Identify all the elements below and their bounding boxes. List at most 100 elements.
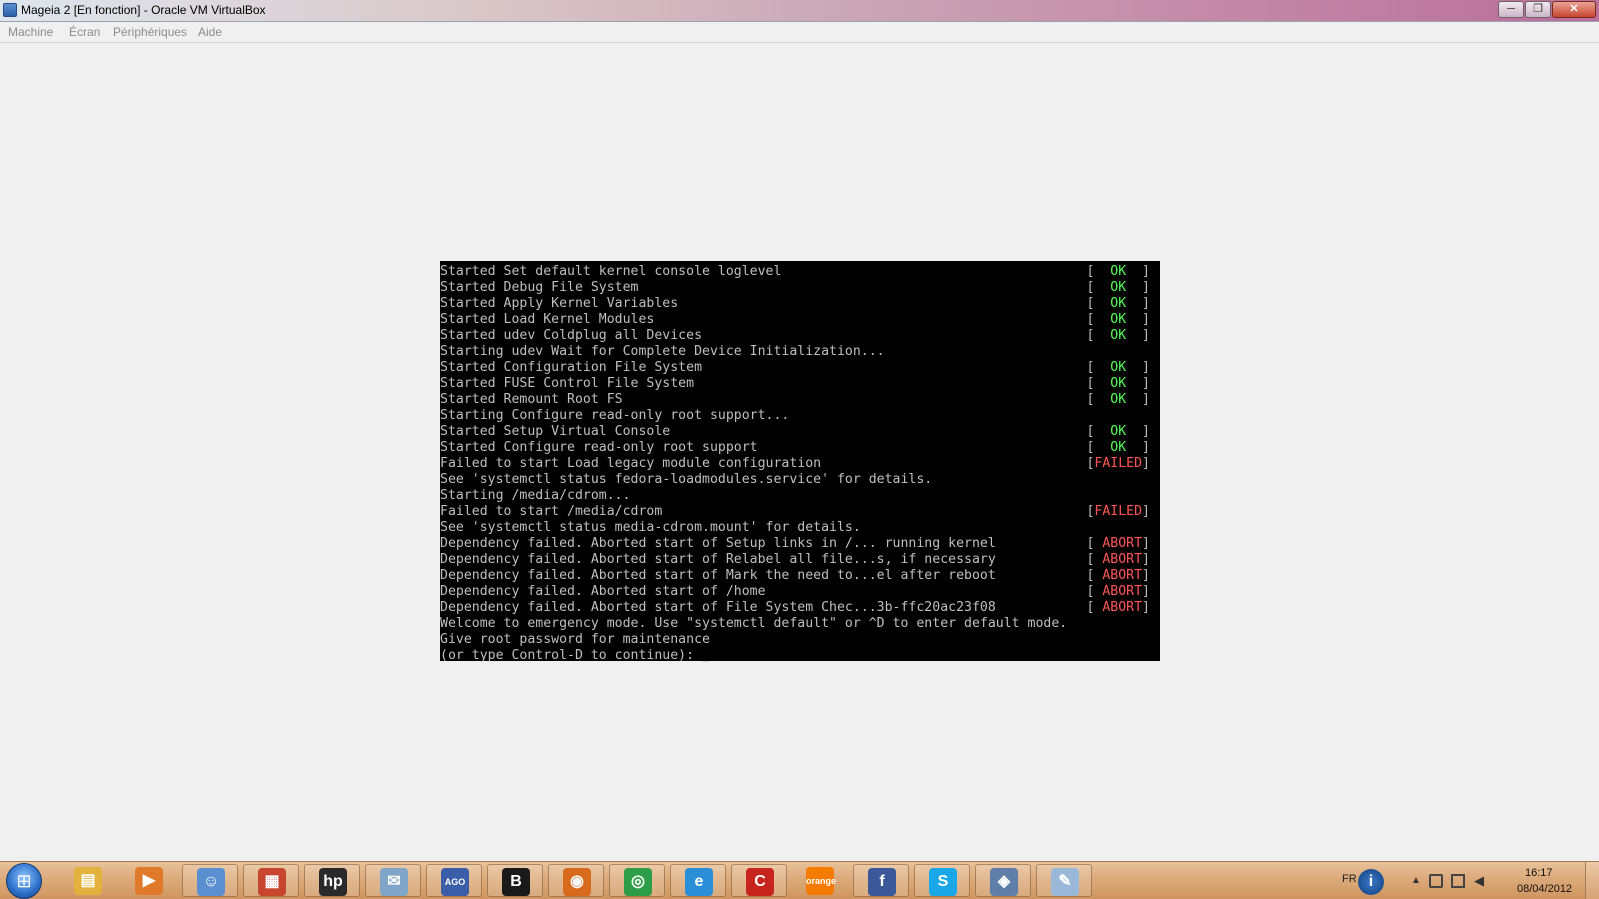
console-status-badge: [FAILED] (1086, 456, 1150, 471)
minimize-button[interactable]: ─ (1498, 1, 1524, 18)
taskbar-item-hp[interactable]: hp (304, 864, 360, 897)
console-status-word: ABORT (1094, 552, 1143, 567)
console-status-word: OK (1094, 312, 1143, 327)
chrome-icon: ◎ (624, 868, 652, 896)
vm-display-area[interactable]: Started Set default kernel console logle… (0, 43, 1599, 861)
taskbar-item-c-app[interactable]: C (731, 864, 787, 897)
taskbar-item-skype[interactable]: S (914, 864, 970, 897)
taskbar-item-media-player[interactable]: ▶ (121, 864, 177, 897)
console-line: Give root password for maintenance (440, 632, 1160, 648)
console-line: Welcome to emergency mode. Use "systemct… (440, 616, 1160, 632)
taskbar-item-chrome[interactable]: ◎ (609, 864, 665, 897)
console-line-text: Give root password for maintenance (440, 632, 710, 647)
console-status-word: ABORT (1094, 568, 1143, 583)
console-line: Started Configure read-only root support… (440, 440, 1160, 456)
taskbar-item-file-explorer[interactable]: ▤ (60, 864, 116, 897)
console-status-badge: [ OK ] (1086, 296, 1150, 311)
console-line-text: Failed to start /media/cdrom (440, 504, 663, 519)
console-line-text: Started Setup Virtual Console (440, 424, 671, 439)
taskbar-item-mail[interactable]: ✉ (365, 864, 421, 897)
taskbar-item-paint[interactable]: ✎ (1036, 864, 1092, 897)
taskbar-item-firefox[interactable]: ◉ (548, 864, 604, 897)
console-line-text: Started Set default kernel console logle… (440, 264, 782, 279)
console-line: Starting /media/cdrom... (440, 488, 1160, 504)
console-status-badge: [ OK ] (1086, 440, 1150, 455)
facebook-icon: f (868, 868, 896, 896)
taskbar-item-ago[interactable]: AGO (426, 864, 482, 897)
console-line-text: Starting Configure read-only root suppor… (440, 408, 790, 423)
console-status-badge: [ OK ] (1086, 264, 1150, 279)
console-line: Dependency failed. Aborted start of File… (440, 600, 1160, 616)
console-line-text: Started Configuration File System (440, 360, 703, 375)
console-status-word: FAILED (1094, 504, 1143, 519)
console-line: Started Configuration File System [ OK ] (440, 360, 1160, 376)
start-button[interactable]: ⊞ (6, 863, 42, 899)
console-status-badge: [ ABORT] (1086, 568, 1150, 583)
console-line: Started Debug File System [ OK ] (440, 280, 1160, 296)
console-status-badge: [ OK ] (1086, 280, 1150, 295)
mail-icon: ✉ (380, 868, 408, 896)
orange-icon: orange (806, 867, 836, 895)
console-status-badge: [ ABORT] (1086, 552, 1150, 567)
clock-time[interactable]: 16:17 (1525, 867, 1553, 879)
taskbar-item-users-app[interactable]: ☺ (182, 864, 238, 897)
usb-device-icon[interactable] (1429, 874, 1443, 888)
virtualbox-app-icon[interactable] (3, 3, 17, 17)
window-title: Mageia 2 [En fonction] - Oracle VM Virtu… (21, 3, 266, 17)
info-tray-icon[interactable]: i (1358, 869, 1384, 895)
console-line: Dependency failed. Aborted start of /hom… (440, 584, 1160, 600)
console-status-badge: [ OK ] (1086, 312, 1150, 327)
taskbar-item-internet-explorer[interactable]: e (670, 864, 726, 897)
console-status-word: OK (1094, 280, 1143, 295)
paint-icon: ✎ (1051, 868, 1079, 896)
console-status-badge: [ ABORT] (1086, 536, 1150, 551)
taskbar-item-orange[interactable]: orange (792, 864, 848, 897)
console-line-text: Starting /media/cdrom... (440, 488, 631, 503)
console-line-text: Started Configure read-only root support (440, 440, 758, 455)
window-titlebar[interactable]: Mageia 2 [En fonction] - Oracle VM Virtu… (0, 0, 1599, 22)
menu-machine[interactable]: Machine (8, 25, 53, 39)
console-line-text: Starting udev Wait for Complete Device I… (440, 344, 885, 359)
file-explorer-icon: ▤ (74, 867, 102, 895)
console-line: See 'systemctl status media-cdrom.mount'… (440, 520, 1160, 536)
show-desktop-button[interactable] (1585, 862, 1599, 899)
console-status-badge: [ OK ] (1086, 424, 1150, 439)
close-button[interactable]: ✕ (1552, 1, 1596, 18)
console-status-word: OK (1094, 440, 1143, 455)
console-line: Started Load Kernel Modules [ OK ] (440, 312, 1160, 328)
menu-aide[interactable]: Aide (198, 25, 222, 39)
media-player-icon: ▶ (135, 867, 163, 895)
menu-peripheriques[interactable]: Périphériques (113, 25, 187, 39)
taskbar-item-control-panel[interactable]: ▦ (243, 864, 299, 897)
console-status-word: OK (1094, 328, 1143, 343)
taskbar-item-b-app[interactable]: B (487, 864, 543, 897)
console-status-word: ABORT (1094, 600, 1143, 615)
console-line: Started udev Coldplug all Devices [ OK ] (440, 328, 1160, 344)
hp-icon: hp (319, 868, 347, 896)
console-status-word: ABORT (1094, 584, 1143, 599)
console-status-badge: [ ABORT] (1086, 600, 1150, 615)
volume-icon[interactable]: ◀ (1474, 874, 1488, 888)
console-line-text: Dependency failed. Aborted start of Setu… (440, 536, 996, 551)
console-line: Starting udev Wait for Complete Device I… (440, 344, 1160, 360)
menu-ecran[interactable]: Écran (69, 25, 100, 39)
taskbar-item-facebook[interactable]: f (853, 864, 909, 897)
show-hidden-icons-icon[interactable]: ▲ (1409, 874, 1423, 888)
users-app-icon: ☺ (197, 868, 225, 896)
console-line-text: See 'systemctl status fedora-loadmodules… (440, 472, 933, 487)
c-app-icon: C (746, 868, 774, 896)
maximize-button[interactable]: ❐ (1525, 1, 1551, 18)
network-icon[interactable] (1451, 874, 1465, 888)
console-status-badge: [ OK ] (1086, 328, 1150, 343)
console-status-word: ABORT (1094, 536, 1143, 551)
vm-console-screen[interactable]: Started Set default kernel console logle… (440, 261, 1160, 663)
language-indicator[interactable]: FR (1342, 873, 1357, 885)
clock-date[interactable]: 08/04/2012 (1517, 883, 1572, 895)
console-line-text: Started Apply Kernel Variables (440, 296, 679, 311)
taskbar-item-virtualbox[interactable]: ◈ (975, 864, 1031, 897)
taskbar: ⊞ ▤ ▶ ☺ ▦ hp ✉ AGO B ◉ ◎ e Corange f S ◈ ✎ FR i ▲ ◀ 16:… (0, 861, 1599, 899)
console-line: Started Set default kernel console logle… (440, 264, 1160, 280)
firefox-icon: ◉ (563, 868, 591, 896)
console-line-text: See 'systemctl status media-cdrom.mount'… (440, 520, 861, 535)
console-line-text: Started FUSE Control File System (440, 376, 695, 391)
